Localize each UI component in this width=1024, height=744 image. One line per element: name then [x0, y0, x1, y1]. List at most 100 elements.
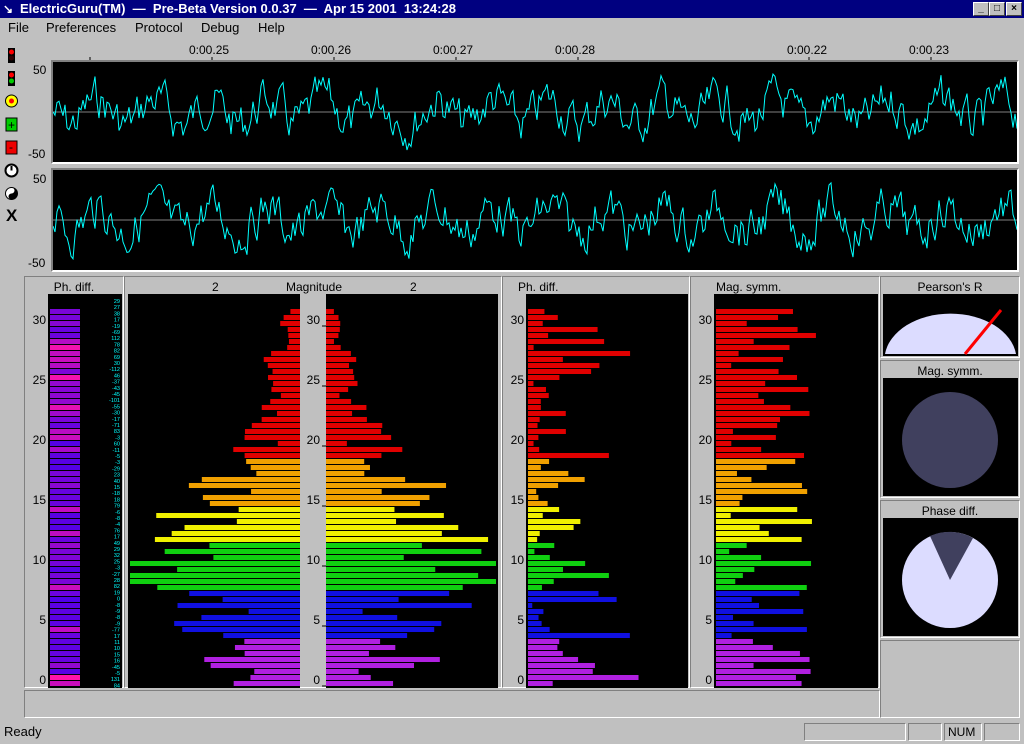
phase-value: 46 — [114, 373, 120, 379]
phase-cell — [50, 675, 80, 680]
magsymm-bar — [716, 477, 752, 482]
magnitude-bar-left — [290, 309, 300, 314]
phase-value: -8 — [115, 603, 120, 609]
magnitude-bar-left — [177, 567, 300, 572]
magsymm-bar — [716, 597, 752, 602]
y-tick-label: 5 — [313, 613, 320, 627]
phase-cell — [50, 597, 80, 602]
phdiff-bar — [528, 645, 558, 650]
y-tick-label: 15 — [699, 493, 713, 507]
menu-file[interactable]: File — [8, 18, 29, 38]
magnitude-bar-right — [326, 423, 383, 428]
y-tick-label: 15 — [511, 493, 525, 507]
magnitude-bar-left — [210, 663, 300, 668]
magsymm-bar — [716, 423, 778, 428]
magnitude-bar-left — [261, 417, 300, 422]
phase-value: 49 — [114, 541, 120, 547]
magnitude-bar-left — [174, 621, 300, 626]
menu-bar: File Preferences Protocol Debug Help — [0, 18, 1024, 38]
magsymm-bar — [716, 513, 731, 518]
traffic-light-green-icon[interactable] — [3, 69, 20, 88]
time-label: 0:00.27 — [433, 43, 474, 57]
phdiff-bar — [528, 579, 554, 584]
phdiff-bar — [528, 459, 550, 464]
yin-yang-icon[interactable] — [3, 184, 20, 203]
add-green-icon[interactable]: + — [3, 115, 20, 134]
phase-value: -71 — [112, 423, 120, 429]
menu-preferences[interactable]: Preferences — [46, 18, 116, 38]
y-tick-label: 15 — [307, 493, 321, 507]
menu-debug[interactable]: Debug — [201, 18, 239, 38]
phase-cell — [50, 471, 80, 476]
magnitude-bar-left — [250, 465, 300, 470]
close-x-icon[interactable]: X — [3, 205, 20, 224]
magsymm-bar — [716, 411, 810, 416]
magnitude-bar-left — [273, 381, 300, 386]
phase-value: 79 — [114, 504, 120, 510]
phase-cell — [50, 327, 80, 332]
magnitude-bar-right — [326, 549, 482, 554]
phase-cell — [50, 453, 80, 458]
magsymm-bar — [716, 579, 736, 584]
magsymm-chart: 30 25 20 15 10 5 0 — [699, 294, 878, 688]
magsymm-bar — [716, 333, 816, 338]
bottom-empty-panel — [24, 690, 880, 718]
magnitude-bar-left — [267, 363, 300, 368]
traffic-light-red-icon[interactable] — [3, 46, 20, 65]
phdiff-bar — [528, 639, 560, 644]
magsymm-bar — [716, 471, 737, 476]
magnitude-bar-right — [326, 435, 392, 440]
magnitude-bar-right — [326, 489, 382, 494]
phase-value: -55 — [112, 404, 120, 410]
phase-value: -8 — [115, 615, 120, 621]
phase-cell — [50, 531, 80, 536]
phdiff-bar — [528, 651, 563, 656]
remove-red-icon[interactable]: - — [3, 138, 20, 157]
magsymm-bar — [716, 543, 747, 548]
magnitude-bar-left — [223, 633, 300, 638]
magnitude-bar-left — [234, 645, 300, 650]
phase-cell — [50, 477, 80, 482]
magnitude-bar-left — [201, 477, 300, 482]
magnitude-bar-left — [244, 435, 300, 440]
phdiff-bar — [528, 633, 630, 638]
phase-value: 38 — [114, 311, 120, 317]
y-tick-label: 25 — [511, 373, 525, 387]
timer-icon[interactable] — [3, 161, 20, 180]
eeg-trace-1 — [52, 62, 1018, 162]
scope1-ymax: 50 — [33, 63, 47, 77]
magnitude-bar-right — [326, 381, 358, 386]
close-button[interactable]: × — [1006, 2, 1022, 16]
magnitude-bar-right — [326, 447, 403, 452]
pearson-title: Pearson's R — [917, 280, 983, 294]
maximize-button[interactable]: □ — [989, 2, 1005, 16]
phase-value: 69 — [114, 355, 120, 361]
empty-gauge-panel — [880, 640, 1020, 718]
magsymm-bar — [716, 657, 810, 662]
phase-cell — [50, 555, 80, 560]
y-tick-label: 25 — [33, 373, 47, 387]
phase-cell — [50, 525, 80, 530]
phdiff-bar — [528, 453, 609, 458]
phdiff-left-title: Ph. diff. — [53, 280, 95, 294]
record-icon[interactable] — [3, 92, 20, 111]
menu-protocol[interactable]: Protocol — [135, 18, 183, 38]
phase-value: 131 — [111, 677, 120, 683]
magsymm-bar — [716, 327, 798, 332]
phase-value: -3 — [115, 460, 120, 466]
magsymm-bar — [716, 429, 733, 434]
magnitude-bar-left — [233, 447, 300, 452]
phdiff-bar — [528, 525, 574, 530]
phdiff-bar — [528, 585, 542, 590]
minimize-button[interactable]: _ — [973, 2, 989, 16]
magsymm-bar — [716, 669, 811, 674]
phase-value: 29 — [114, 547, 120, 553]
magsymm-bar — [716, 447, 762, 452]
phase-value: -43 — [112, 386, 120, 392]
phase-value: -3 — [115, 435, 120, 441]
phase-cell — [50, 333, 80, 338]
phase-value: -45 — [112, 392, 120, 398]
magsymm-bar — [716, 495, 743, 500]
menu-help[interactable]: Help — [258, 18, 285, 38]
magnitude-bar-right — [326, 477, 406, 482]
